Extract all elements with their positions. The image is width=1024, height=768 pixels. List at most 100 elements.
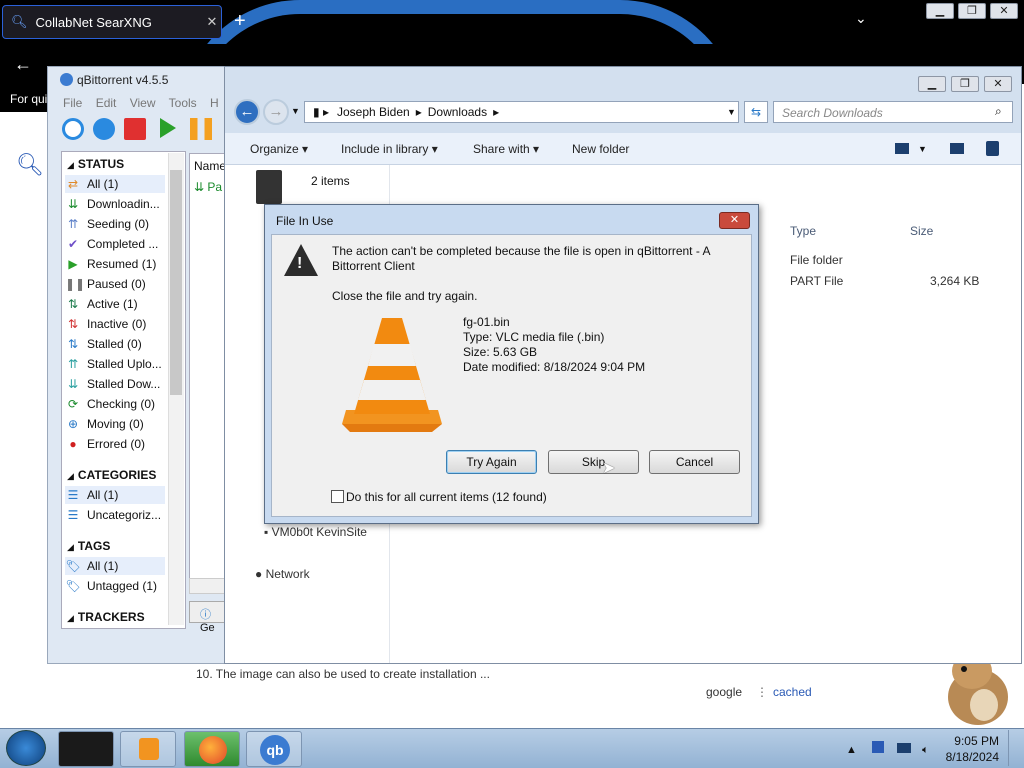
pause-icon[interactable]	[190, 118, 212, 140]
tray-expand-icon[interactable]: ▲	[846, 744, 857, 756]
status-item[interactable]: ⇊ Downloadin...	[65, 195, 165, 213]
warning-mark: !	[297, 255, 303, 272]
search-icon[interactable]: ⌕	[995, 104, 1002, 119]
status-item[interactable]: ⇈ Stalled Uplo...	[65, 355, 165, 373]
status-item[interactable]: ⇊ Stalled Dow...	[65, 375, 165, 393]
file-size: Size: 5.63 GB	[463, 345, 538, 359]
tab-list-button[interactable]: ⌄	[855, 10, 867, 27]
torrent-row[interactable]: ⇊ Pa	[194, 180, 222, 194]
cached-link[interactable]: cached	[773, 685, 812, 699]
tag-all[interactable]: 🏷︎ All (1)	[65, 557, 165, 575]
apply-to-all-checkbox[interactable]	[331, 490, 344, 503]
taskbar-firefox-app[interactable]	[184, 731, 240, 767]
taskbar-clock[interactable]: 9:05 PM 8/18/2024	[943, 733, 999, 765]
vlc-icon	[139, 738, 159, 760]
delete-icon[interactable]	[124, 118, 146, 140]
new-tab-button[interactable]: +	[234, 10, 246, 33]
status-item[interactable]: ⇅ Active (1)	[65, 295, 165, 313]
address-bar[interactable]: ▮ ▸ Joseph Biden ▸ Downloads ▸	[304, 101, 739, 123]
add-torrent-icon[interactable]	[93, 118, 115, 140]
volume-icon[interactable]: 🔈︎	[922, 744, 929, 756]
status-item[interactable]: ⇅ Inactive (0)	[65, 315, 165, 333]
tray-monitor-icon[interactable]	[897, 743, 912, 753]
section-status[interactable]: ◢ STATUS	[67, 157, 124, 171]
search-icon[interactable]: 🔍︎	[16, 152, 44, 178]
explorer-minimize-button[interactable]: ▁	[918, 76, 946, 92]
tag-icon: 🏷︎	[65, 579, 81, 593]
view-dropdown-icon[interactable]: ▼	[918, 144, 927, 154]
explorer-forward-button[interactable]: →	[263, 99, 289, 125]
new-folder-button[interactable]: New folder	[572, 142, 629, 156]
tag-untagged[interactable]: 🏷︎ Untagged (1)	[65, 577, 165, 595]
network-icon: ●	[255, 567, 266, 581]
list-horizontal-scrollbar[interactable]	[189, 578, 229, 594]
tab-close-icon[interactable]: ✕	[203, 14, 221, 30]
category-uncategorized[interactable]: ☰ Uncategoriz...	[65, 506, 165, 524]
taskbar-vlc-app[interactable]	[120, 731, 176, 767]
add-link-icon[interactable]	[62, 118, 84, 140]
network-computer-icon: ▪	[264, 525, 272, 539]
menu-edit[interactable]: Edit	[96, 96, 117, 110]
column-header-name[interactable]: Name	[194, 159, 226, 173]
organize-button[interactable]: Organize ▾	[250, 142, 308, 156]
tray-app-icon[interactable]	[871, 741, 884, 753]
status-item[interactable]: ● Errored (0)	[65, 435, 165, 453]
try-again-button[interactable]: Try Again	[446, 450, 537, 474]
maximize-button[interactable]: ❐	[958, 3, 986, 19]
menu-file[interactable]: File	[63, 96, 82, 110]
preview-pane-icon[interactable]	[950, 143, 964, 154]
menu-tools[interactable]: Tools	[169, 96, 197, 110]
apply-to-all-label[interactable]: Do this for all current items (12 found)	[346, 490, 547, 504]
menu-view[interactable]: View	[130, 96, 156, 110]
mouse-cursor-icon: ➤	[602, 460, 616, 477]
dialog-close-button[interactable]: ✕	[719, 212, 750, 229]
address-dropdown-icon[interactable]: ▼	[727, 107, 736, 117]
resume-icon[interactable]	[160, 118, 176, 138]
category-all[interactable]: ☰ All (1)	[65, 486, 165, 504]
column-size[interactable]: Size	[910, 224, 933, 238]
view-options-icon[interactable]	[895, 143, 909, 154]
help-icon[interactable]	[986, 141, 999, 156]
column-type[interactable]: Type	[790, 224, 816, 238]
taskbar-terminal-app[interactable]	[58, 731, 114, 767]
status-item[interactable]: ▶ Resumed (1)	[65, 255, 165, 273]
status-item[interactable]: ⟳ Checking (0)	[65, 395, 165, 413]
status-item[interactable]: ⇅ Stalled (0)	[65, 335, 165, 353]
menu-help[interactable]: H	[210, 96, 219, 110]
cancel-button[interactable]: Cancel	[649, 450, 740, 474]
explorer-back-button[interactable]: ←	[234, 99, 260, 125]
section-tags[interactable]: ◢ TAGS	[67, 539, 110, 553]
browser-tab[interactable]: 🔍︎ CollabNet SearXNG ✕	[2, 5, 222, 39]
nav-item-vm[interactable]: ▪ VM0b0t KevinSite	[264, 525, 367, 539]
breadcrumb-user[interactable]: Joseph Biden	[337, 105, 410, 119]
start-button[interactable]	[6, 730, 46, 766]
qbittorrent-logo-icon	[60, 73, 73, 86]
qbittorrent-status-bar[interactable]: ⓘ Ge	[189, 601, 229, 634]
status-item[interactable]: ❚❚ Paused (0)	[65, 275, 165, 293]
refresh-icon[interactable]: ⇆	[744, 101, 768, 123]
search-downloads-input[interactable]: Search Downloads	[773, 101, 1013, 123]
section-categories[interactable]: ◢ CATEGORIES	[67, 468, 156, 482]
status-item[interactable]: ⇈ Seeding (0)	[65, 215, 165, 233]
breadcrumb-downloads[interactable]: Downloads	[428, 105, 487, 119]
share-with-button[interactable]: Share with ▾	[473, 142, 539, 156]
minimize-button[interactable]: ▁	[926, 3, 954, 19]
sidebar-scroll-thumb[interactable]	[170, 170, 182, 395]
recent-pages-chevron-icon[interactable]: ▼	[291, 106, 300, 116]
include-in-library-button[interactable]: Include in library ▾	[341, 142, 438, 156]
explorer-maximize-button[interactable]: ❐	[951, 76, 979, 92]
nav-item-network[interactable]: ● Network	[255, 567, 310, 581]
taskbar-qbittorrent-app[interactable]: qb	[246, 731, 302, 767]
close-button[interactable]: ✕	[990, 3, 1018, 19]
engine-link-google[interactable]: google	[706, 685, 742, 699]
back-arrow-icon[interactable]: ←	[14, 54, 32, 75]
section-trackers[interactable]: ◢ TRACKERS	[67, 610, 145, 624]
qbittorrent-title: qBittorrent v4.5.5	[60, 73, 168, 87]
skip-button[interactable]: Skip	[548, 450, 639, 474]
explorer-close-button[interactable]: ✕	[984, 76, 1012, 92]
status-item[interactable]: ⊕ Moving (0)	[65, 415, 165, 433]
result-snippet: 10. The image can also be used to create…	[196, 667, 490, 681]
status-item[interactable]: ⇄ All (1)	[65, 175, 165, 193]
status-item[interactable]: ✔ Completed ...	[65, 235, 165, 253]
show-desktop-button[interactable]	[1008, 730, 1022, 766]
